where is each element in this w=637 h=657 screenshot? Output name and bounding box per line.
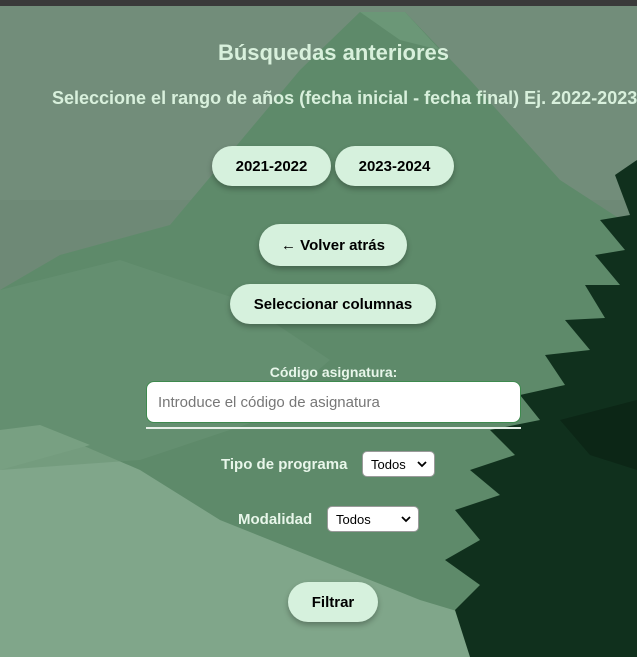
chevron-down-icon	[401, 516, 411, 523]
modality-label: Modalidad	[238, 511, 313, 528]
program-type-select[interactable]: Todos	[362, 451, 435, 477]
page-subtitle: Seleccione el rango de años (fecha inici…	[52, 88, 637, 108]
subject-code-input[interactable]	[146, 381, 521, 423]
modality-select[interactable]: Todos	[327, 506, 419, 532]
select-columns-button[interactable]: Seleccionar columnas	[230, 284, 436, 324]
page-title: Búsquedas anteriores	[217, 40, 450, 65]
search-panel: Búsquedas anteriores Seleccione el rango…	[0, 0, 637, 657]
back-button[interactable]: ← Volver atrás	[259, 224, 407, 266]
chevron-down-icon	[417, 461, 427, 468]
year-range-button-2023-2024[interactable]: 2023-2024	[335, 146, 454, 186]
input-underline	[146, 427, 521, 429]
modality-selected-value: Todos	[336, 511, 371, 527]
year-range-button-2021-2022[interactable]: 2021-2022	[212, 146, 331, 186]
filter-button[interactable]: Filtrar	[288, 582, 378, 622]
window-top-bar	[0, 0, 637, 6]
program-type-label: Tipo de programa	[221, 456, 348, 473]
subject-code-label: Código asignatura:	[269, 364, 398, 380]
program-type-selected-value: Todos	[371, 456, 406, 472]
